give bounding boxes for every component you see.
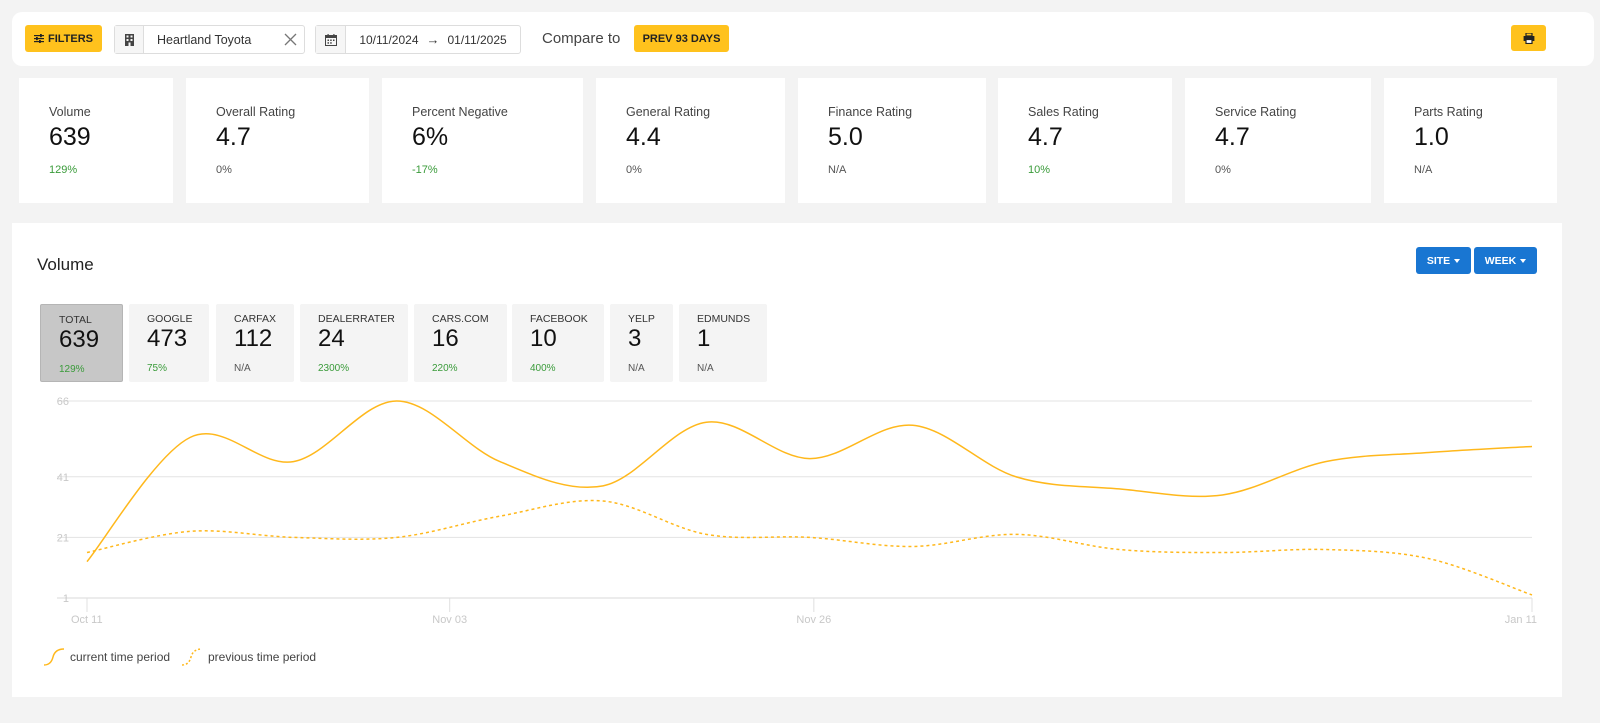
date-from: 10/11/2024 <box>359 32 419 47</box>
legend-solid-line-icon <box>43 648 65 666</box>
volume-panel: Volume SITE WEEK TOTAL 639 129% GOOGLE 4… <box>12 223 1562 697</box>
stat-card-parts-rating: Parts Rating 1.0 N/A <box>1384 78 1557 203</box>
legend-current: current time period <box>42 647 170 667</box>
stat-value: 4.7 <box>1215 123 1250 151</box>
stat-delta: 0% <box>216 164 232 176</box>
date-range: 10/11/2024 → 01/11/2025 <box>346 32 520 47</box>
legend-label: current time period <box>70 650 171 664</box>
stat-value: 4.4 <box>626 123 661 151</box>
stat-delta: N/A <box>828 164 847 176</box>
stat-label: Finance Rating <box>828 105 913 119</box>
print-icon <box>1523 32 1534 44</box>
y-tick-label: 1 <box>63 593 69 605</box>
stat-delta: 0% <box>626 164 642 176</box>
stat-card-sales-rating: Sales Rating 4.7 10% <box>998 78 1172 203</box>
stat-card-overall-rating: Overall Rating 4.7 0% <box>186 78 369 203</box>
stat-label: Parts Rating <box>1414 105 1483 119</box>
y-tick-label: 66 <box>57 396 69 408</box>
stat-delta: 0% <box>1215 164 1231 176</box>
filters-button[interactable]: FILTERS <box>25 25 102 52</box>
volume-line-chart: 1 21 41 66 Oct 11 Nov 03 Nov 26 Jan 11 <box>57 396 1537 626</box>
stat-value: 4.7 <box>1028 123 1063 151</box>
x-tick-label: Nov 26 <box>796 614 831 626</box>
stat-delta: N/A <box>1414 164 1433 176</box>
stat-card-service-rating: Service Rating 4.7 0% <box>1185 78 1371 203</box>
stat-card-volume: Volume 639 129% <box>19 78 173 203</box>
stat-value: 5.0 <box>828 123 863 151</box>
clear-icon[interactable] <box>276 26 304 53</box>
x-tick-label: Oct 11 <box>71 614 103 626</box>
stat-value: 639 <box>49 123 91 151</box>
filter-bar: FILTERS Heartland Toyota 10/11/2024 → 01… <box>12 12 1594 66</box>
stat-card-finance-rating: Finance Rating 5.0 N/A <box>798 78 986 203</box>
stat-label: General Rating <box>626 105 711 119</box>
stat-delta: 10% <box>1028 164 1051 176</box>
legend-label: previous time period <box>208 650 317 664</box>
previous-period-line <box>86 499 1533 596</box>
stat-value: 1.0 <box>1414 123 1449 151</box>
y-tick-label: 21 <box>57 532 69 544</box>
stat-label: Service Rating <box>1215 105 1297 119</box>
x-tick-label: Nov 03 <box>432 614 467 626</box>
calendar-icon <box>316 26 346 53</box>
legend-dashed-line-icon <box>181 648 203 666</box>
stat-label: Volume <box>49 105 91 119</box>
stat-value: 6% <box>412 123 449 151</box>
stat-card-percent-negative: Percent Negative 6% -17% <box>382 78 583 203</box>
dealer-select[interactable]: Heartland Toyota <box>114 25 305 54</box>
x-tick-label: Jan 11 <box>1505 614 1537 626</box>
filters-label: FILTERS <box>47 32 93 45</box>
legend-previous: previous time period <box>180 647 316 667</box>
dealer-name: Heartland Toyota <box>157 32 252 47</box>
date-range-picker[interactable]: 10/11/2024 → 01/11/2025 <box>315 25 521 54</box>
date-to: 01/11/2025 <box>447 32 507 47</box>
y-tick-label: 41 <box>57 472 69 484</box>
stat-card-general-rating: General Rating 4.4 0% <box>596 78 785 203</box>
stat-label: Sales Rating <box>1028 105 1099 119</box>
compare-label: Compare to <box>542 30 621 47</box>
stat-label: Overall Rating <box>216 105 296 119</box>
prev-period-button[interactable]: PREV 93 DAYS <box>634 25 729 52</box>
stat-delta: -17% <box>412 164 438 176</box>
print-button[interactable] <box>1511 25 1546 51</box>
stat-label: Percent Negative <box>412 105 508 119</box>
building-icon <box>115 26 144 53</box>
stat-delta: 129% <box>49 164 78 176</box>
stat-value: 4.7 <box>216 123 251 151</box>
arrow-right-icon: → <box>426 32 440 47</box>
sliders-icon <box>33 34 44 43</box>
